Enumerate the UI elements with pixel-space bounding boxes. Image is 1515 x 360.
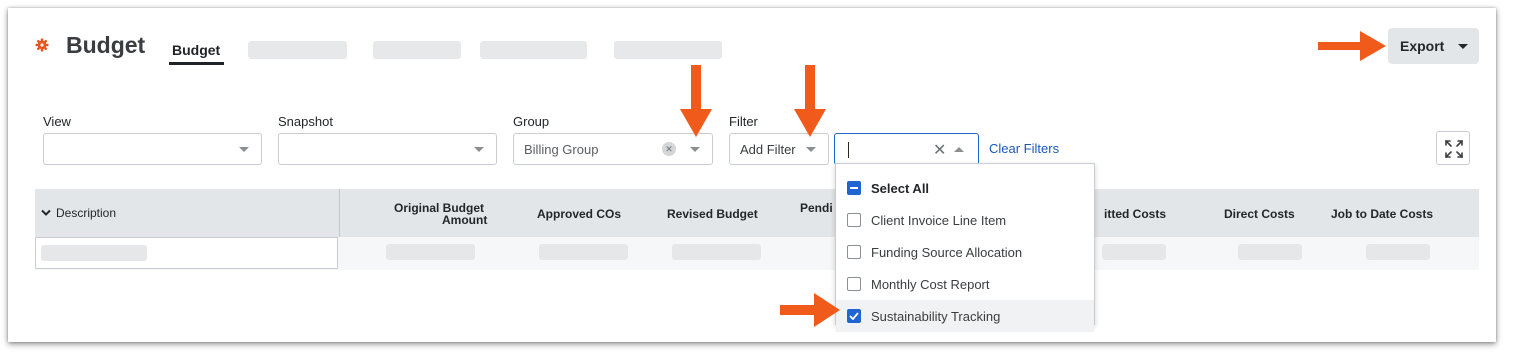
group-value: Billing Group [524, 141, 599, 157]
chevron-down-icon [239, 147, 249, 152]
indeterminate-checkbox-icon[interactable] [847, 181, 861, 195]
annotation-arrow-right-icon [1318, 31, 1386, 61]
view-label: View [43, 114, 71, 129]
chevron-down-icon [690, 147, 700, 152]
tab-placeholder[interactable] [614, 41, 722, 59]
chevron-up-icon[interactable] [954, 147, 964, 152]
select-all-option[interactable]: Select All [836, 172, 1094, 204]
menu-item-label: Monthly Cost Report [871, 276, 990, 292]
cell-placeholder [1366, 244, 1430, 260]
annotation-arrow-right-icon [780, 293, 840, 327]
column-header[interactable]: Amount [442, 213, 487, 227]
menu-item-label: Sustainability Tracking [871, 308, 1001, 324]
fullscreen-button[interactable] [1436, 131, 1470, 165]
chevron-down-icon[interactable] [41, 209, 51, 217]
column-header[interactable]: Direct Costs [1224, 207, 1295, 221]
clear-filters-link[interactable]: Clear Filters [989, 141, 1059, 156]
active-tab-indicator [169, 62, 224, 65]
cell-placeholder [1102, 244, 1166, 260]
table-row[interactable] [35, 237, 1479, 270]
checkbox[interactable] [847, 213, 861, 227]
text-cursor [848, 142, 849, 158]
menu-item-sustainability-tracking[interactable]: Sustainability Tracking [836, 300, 1094, 332]
view-select[interactable] [43, 133, 262, 165]
checked-checkbox-icon[interactable] [847, 309, 861, 323]
column-header[interactable]: Pendi [800, 201, 833, 215]
column-header[interactable]: itted Costs [1104, 207, 1166, 221]
gear-icon [35, 38, 49, 52]
select-all-label: Select All [871, 180, 930, 196]
tab-budget[interactable]: Budget [172, 42, 220, 58]
snapshot-label: Snapshot [278, 114, 333, 129]
menu-item-client-invoice-line-item[interactable]: Client Invoice Line Item [836, 204, 1094, 236]
export-label: Export [1400, 38, 1445, 54]
description-header-cell[interactable]: Description [35, 189, 340, 237]
tab-placeholder[interactable] [480, 41, 587, 59]
budget-window: Budget Budget Export View Snapshot Group… [8, 8, 1496, 342]
filter-dropdown-menu: Select All Client Invoice Line Item Fund… [835, 163, 1095, 332]
menu-item-label: Client Invoice Line Item [871, 212, 1007, 228]
table-header: Description Original Budget Amount Appro… [35, 189, 1479, 237]
group-label: Group [513, 114, 550, 129]
menu-item-funding-source-allocation[interactable]: Funding Source Allocation [836, 236, 1094, 268]
snapshot-select[interactable] [278, 133, 497, 165]
cell-placeholder [672, 244, 761, 260]
chevron-down-icon [474, 147, 484, 152]
menu-item-label: Funding Source Allocation [871, 244, 1023, 260]
annotation-arrow-down-icon [794, 65, 826, 137]
expand-icon [1445, 140, 1463, 158]
page-title: Budget [66, 32, 146, 58]
column-header[interactable]: Approved COs [537, 207, 621, 221]
cell-placeholder [386, 244, 475, 260]
clear-icon[interactable]: ✕ [662, 142, 676, 156]
checkbox[interactable] [847, 245, 861, 259]
annotation-arrow-down-icon [680, 65, 712, 137]
close-icon[interactable]: ✕ [933, 140, 946, 160]
cell-placeholder [1238, 244, 1302, 260]
cell-placeholder [539, 244, 628, 260]
menu-item-monthly-cost-report[interactable]: Monthly Cost Report [836, 268, 1094, 300]
filter-search-input[interactable]: ✕ [834, 133, 979, 165]
description-cell[interactable] [35, 237, 338, 269]
add-filter-label: Add Filter [740, 141, 796, 157]
filter-label: Filter [729, 114, 758, 129]
cell-placeholder [41, 245, 147, 261]
checkbox[interactable] [847, 277, 861, 291]
column-header[interactable]: Revised Budget [667, 207, 758, 221]
chevron-down-icon [806, 147, 816, 152]
export-button[interactable]: Export [1388, 28, 1479, 64]
column-header[interactable]: Job to Date Costs [1331, 207, 1433, 221]
chevron-down-icon [1458, 43, 1469, 49]
column-header: Description [56, 206, 117, 220]
group-select[interactable]: Billing Group ✕ [513, 133, 713, 165]
tab-placeholder[interactable] [248, 41, 347, 59]
add-filter-select[interactable]: Add Filter [729, 133, 829, 165]
tab-placeholder[interactable] [373, 41, 461, 59]
